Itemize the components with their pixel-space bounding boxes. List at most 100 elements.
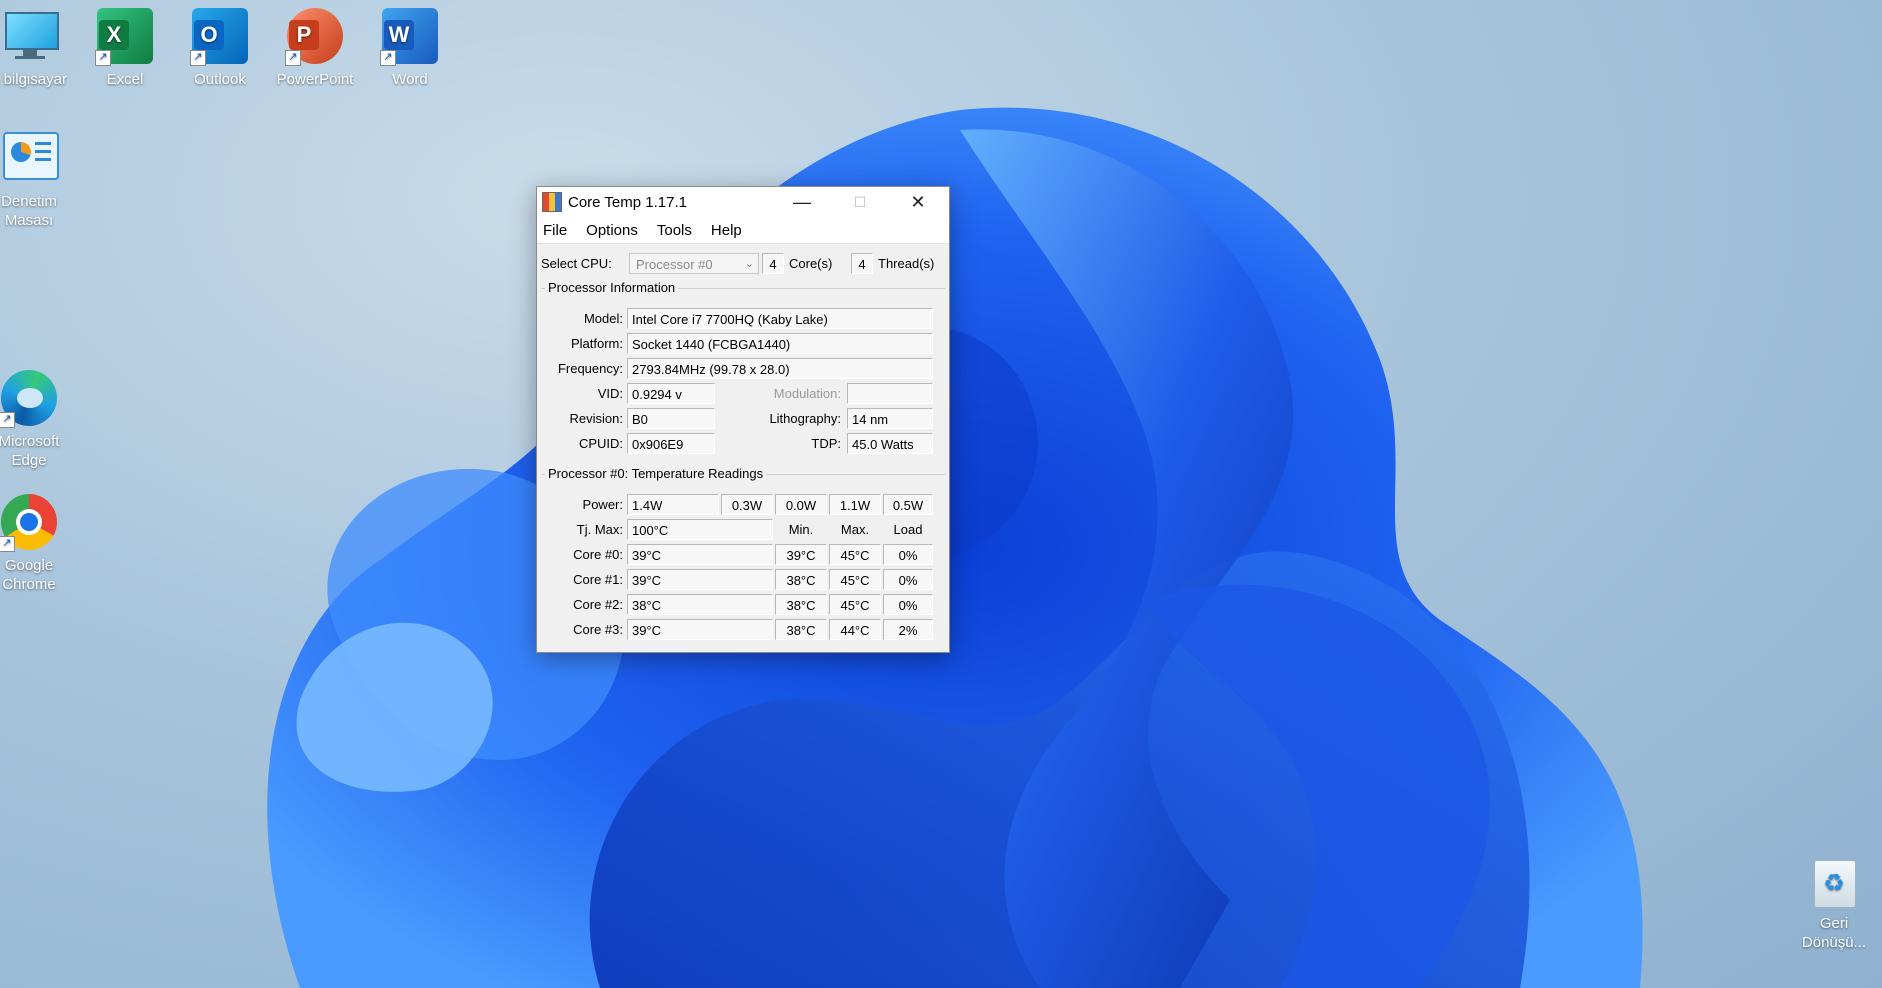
power-value: 0.5W (883, 494, 933, 515)
threads-count: 4 (851, 253, 873, 274)
select-cpu-row: Select CPU: Processor #0 ⌄ 4 Core(s) 4 T… (537, 249, 949, 275)
load-header: Load (893, 522, 923, 537)
menu-file[interactable]: File (543, 222, 567, 239)
core-label: Core #0: (573, 547, 623, 562)
desktop-icon-chrome[interactable]: ↗ Google Chrome (0, 492, 74, 594)
core-min: 39°C (775, 544, 827, 565)
processor-select-value: Processor #0 (636, 257, 713, 272)
tjmax-label: Tj. Max: (576, 522, 623, 537)
desktop-icon-excel[interactable]: X ↗ Excel (80, 6, 170, 89)
desktop-icon-label: Excel (106, 71, 144, 88)
menu-bar: File Options Tools Help (537, 217, 949, 244)
core-max: 44°C (829, 619, 881, 640)
shortcut-arrow-icon: ↗ (95, 50, 111, 66)
close-icon: ✕ (910, 191, 926, 212)
platform-label: Platform: (570, 336, 623, 351)
core-label: Core #1: (573, 572, 623, 587)
desktop-icon-this-pc[interactable]: u bilgisayar (0, 6, 74, 89)
core-temp: 39°C (627, 544, 773, 565)
core-max: 45°C (829, 569, 881, 590)
threads-label: Thread(s) (878, 256, 935, 271)
core-temp-window: Core Temp 1.17.1 — ☐ ✕ File Options Tool… (536, 186, 950, 653)
core-temp-app-icon (542, 192, 562, 212)
processor-select[interactable]: Processor #0 ⌄ (629, 253, 759, 274)
desktop-icon-word[interactable]: W ↗ Word (365, 6, 455, 89)
window-title: Core Temp 1.17.1 (568, 193, 687, 211)
tjmax-value: 100°C (627, 519, 773, 540)
menu-help[interactable]: Help (711, 222, 742, 239)
desktop-icon-label: Microsoft Edge (0, 433, 60, 469)
revision-label: Revision: (569, 411, 623, 426)
core-load: 0% (883, 594, 933, 615)
select-cpu-label: Select CPU: (541, 256, 612, 271)
desktop-icon-label: Denetim Masası (1, 193, 57, 229)
core-load: 2% (883, 619, 933, 640)
desktop-icon-label: Google Chrome (2, 557, 56, 593)
model-label: Model: (583, 311, 623, 326)
powerpoint-icon: P ↗ (285, 6, 345, 66)
max-header: Max. (840, 522, 870, 537)
temperature-title: Processor #0: Temperature Readings (545, 466, 767, 481)
close-button[interactable]: ✕ (889, 187, 947, 217)
recycle-bin-icon: ♻ (1814, 860, 1856, 908)
power-value: 1.1W (829, 494, 881, 515)
desktop-icon-recycle-bin[interactable]: ♻ Geri Dönüşü... (1789, 860, 1879, 952)
min-header: Min. (788, 522, 814, 537)
title-bar[interactable]: Core Temp 1.17.1 — ☐ ✕ (537, 187, 949, 217)
temperature-group: Processor #0: Temperature Readings Power… (541, 466, 945, 645)
desktop-icon-outlook[interactable]: O ↗ Outlook (175, 6, 265, 89)
core-min: 38°C (775, 569, 827, 590)
modulation-label: Modulation: (773, 386, 841, 401)
model-value: Intel Core i7 7700HQ (Kaby Lake) (627, 308, 933, 329)
core-temp: 38°C (627, 594, 773, 615)
tdp-label: TDP: (811, 436, 841, 451)
lithography-value: 14 nm (847, 408, 933, 429)
vid-label: VID: (597, 386, 623, 401)
chrome-icon: ↗ (0, 492, 59, 552)
maximize-button: ☐ (831, 187, 889, 217)
desktop-icon-edge[interactable]: ↗ Microsoft Edge (0, 368, 74, 470)
shortcut-arrow-icon: ↗ (0, 412, 15, 428)
outlook-icon: O ↗ (190, 6, 250, 66)
shortcut-arrow-icon: ↗ (285, 50, 301, 66)
chevron-down-icon: ⌄ (744, 258, 754, 270)
power-label: Power: (582, 497, 623, 512)
minimize-button[interactable]: — (773, 187, 831, 217)
desktop-icon-control-panel[interactable]: Denetim Masası (0, 128, 74, 230)
core-max: 45°C (829, 544, 881, 565)
frequency-label: Frequency: (557, 361, 623, 376)
core-temp: 39°C (627, 569, 773, 590)
edge-icon: ↗ (0, 368, 59, 428)
excel-icon: X ↗ (95, 6, 155, 66)
cores-label: Core(s) (789, 256, 833, 271)
lithography-label: Lithography: (769, 411, 841, 426)
cpuid-value: 0x906E9 (627, 433, 715, 454)
core-load: 0% (883, 569, 933, 590)
core-load: 0% (883, 544, 933, 565)
desktop-icon-label: u bilgisayar (0, 71, 67, 88)
core-max: 45°C (829, 594, 881, 615)
shortcut-arrow-icon: ↗ (190, 50, 206, 66)
vid-value: 0.9294 v (627, 383, 715, 404)
core-min: 38°C (775, 594, 827, 615)
cpuid-label: CPUID: (578, 436, 623, 451)
menu-tools[interactable]: Tools (657, 222, 692, 239)
frequency-value: 2793.84MHz (99.78 x 28.0) (627, 358, 933, 379)
desktop-icon-label: Geri Dönüşü... (1801, 915, 1867, 951)
processor-info-title: Processor Information (545, 280, 679, 295)
menu-options[interactable]: Options (586, 222, 638, 239)
desktop-icon-label: PowerPoint (276, 71, 354, 88)
minimize-icon: — (793, 191, 811, 212)
control-panel-icon (0, 128, 59, 188)
platform-value: Socket 1440 (FCBGA1440) (627, 333, 933, 354)
core-min: 38°C (775, 619, 827, 640)
modulation-value (847, 383, 933, 404)
desktop-icon-label: Word (392, 71, 428, 88)
shortcut-arrow-icon: ↗ (0, 536, 15, 552)
revision-value: B0 (627, 408, 715, 429)
processor-info-group: Processor Information Model: Intel Core … (541, 280, 945, 459)
desktop-icon-powerpoint[interactable]: P ↗ PowerPoint (270, 6, 360, 89)
tdp-value: 45.0 Watts (847, 433, 933, 454)
power-value: 0.3W (721, 494, 773, 515)
power-value: 0.0W (775, 494, 827, 515)
